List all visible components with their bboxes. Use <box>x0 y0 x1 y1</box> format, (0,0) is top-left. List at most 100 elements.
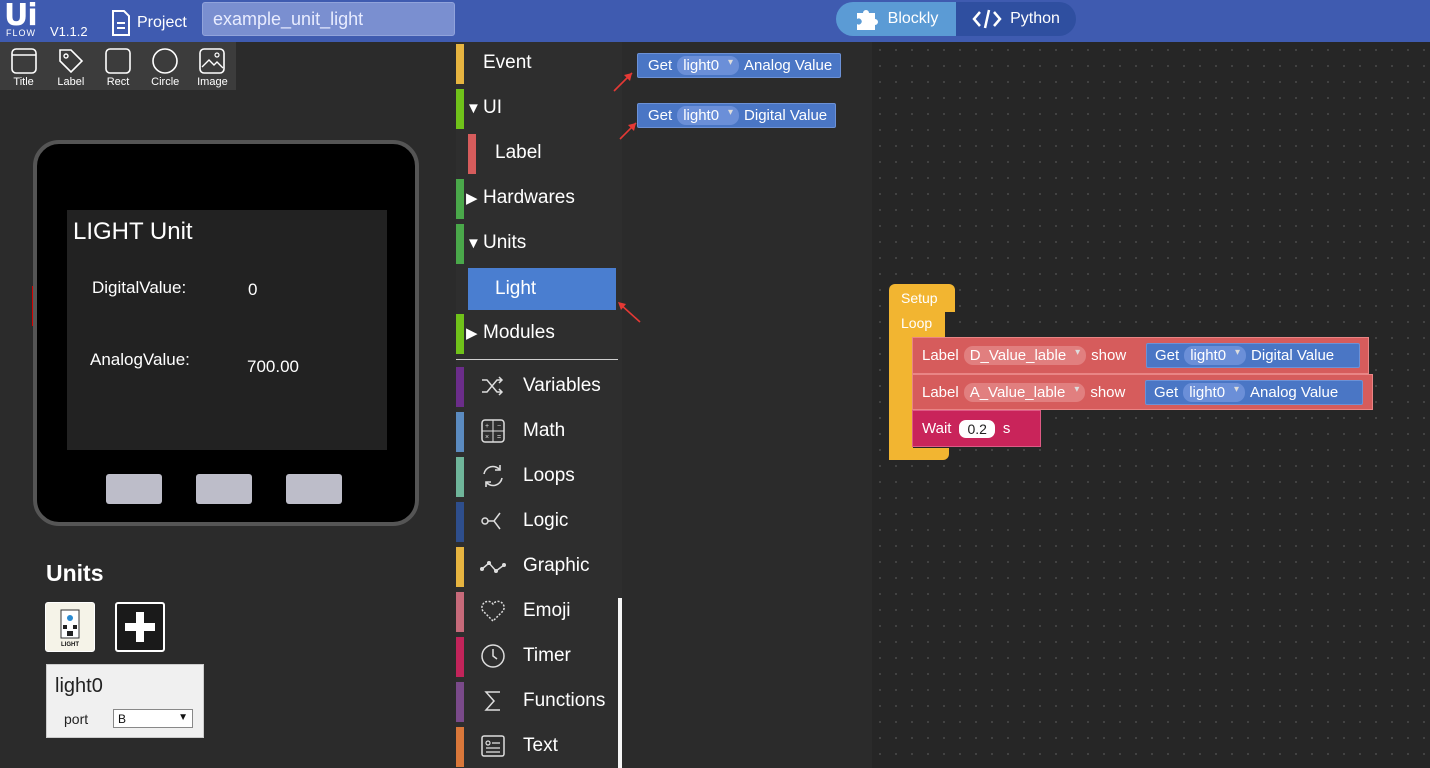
toolbox-separator <box>456 359 618 360</box>
digital-value-caption[interactable]: DigitalValue: <box>92 278 186 298</box>
project-button[interactable]: Project <box>111 8 187 38</box>
toolbox-category-functions[interactable]: Functions <box>456 680 618 722</box>
event-label: Event <box>483 52 532 73</box>
blockly-mode-button[interactable]: Blockly <box>836 2 956 36</box>
toolbox-category-math[interactable]: + − × = Math <box>456 410 618 452</box>
tool-title[interactable]: Title <box>0 42 47 90</box>
block-flyout: Get light0 Analog Value Get light0 Digit… <box>622 42 872 768</box>
logo-subtext: FLOW <box>6 28 36 38</box>
math-color-bar <box>456 412 464 452</box>
analog-value-caption[interactable]: AnalogValue: <box>90 350 190 370</box>
functions-color-bar <box>456 682 464 722</box>
loop-label: Loop <box>901 315 933 331</box>
get-digital-value-block-placed[interactable]: Get light0 Digital Value <box>1146 343 1360 368</box>
graphic-color-bar <box>456 547 464 587</box>
toolbox-category-event[interactable]: Event <box>456 42 618 84</box>
logic-label: Logic <box>523 510 569 531</box>
timer-label: Timer <box>523 645 571 666</box>
unit-dropdown[interactable]: light0 <box>677 56 740 75</box>
get-keyword: Get <box>1155 347 1180 364</box>
toolbox-category-units[interactable]: ▼ Units <box>456 222 618 264</box>
tool-circle[interactable]: Circle <box>142 42 189 90</box>
text-card-icon <box>481 735 505 757</box>
toolbox-category-graphic[interactable]: Graphic <box>456 545 618 587</box>
variables-label: Variables <box>523 375 601 396</box>
top-header: Ui FLOW V1.1.2 Project example_unit_ligh… <box>0 0 1430 42</box>
tool-rect[interactable]: Rect <box>94 42 141 90</box>
unit-dropdown[interactable]: light0 <box>677 106 740 125</box>
units-label: Units <box>483 232 527 253</box>
unit-card-name: light0 <box>55 675 103 697</box>
label-target-dropdown[interactable]: D_Value_lable <box>963 346 1087 365</box>
toolbox-category-text[interactable]: Text <box>456 725 618 767</box>
unit-dropdown[interactable]: light0 <box>1184 346 1247 365</box>
d-value-label[interactable]: 0 <box>248 280 257 300</box>
python-mode-button[interactable]: Python <box>956 2 1076 36</box>
code-icon <box>972 9 1002 29</box>
heart-icon <box>481 600 505 623</box>
device-screen[interactable]: LIGHT Unit DigitalValue: 0 AnalogValue: … <box>67 210 387 450</box>
label-keyword: Label <box>922 347 959 364</box>
get-analog-value-block-placed[interactable]: Get light0 Analog Value <box>1145 380 1363 405</box>
toolbox-category-variables[interactable]: Variables <box>456 365 618 407</box>
ui-design-panel: Title Label Rect Circle Image LIGHT Unit… <box>0 42 456 768</box>
wait-keyword: Wait <box>922 420 952 437</box>
svg-text:×: × <box>485 434 489 441</box>
toolbox-category-light[interactable]: Light <box>468 268 616 310</box>
analog-value-text: Analog Value <box>744 57 833 74</box>
blockly-label: Blockly <box>887 10 939 27</box>
get-analog-value-block[interactable]: Get light0 Analog Value <box>637 53 842 78</box>
screen-title-label[interactable]: LIGHT Unit <box>73 218 193 246</box>
toolbox-category-hardwares[interactable]: ▶ Hardwares <box>456 177 618 219</box>
device-button-a[interactable] <box>106 474 162 504</box>
blockly-workspace[interactable]: Setup Loop Label D_Value_lable show Get … <box>872 42 1430 768</box>
get-digital-value-block[interactable]: Get light0 Digital Value <box>637 103 837 128</box>
project-label: Project <box>137 14 187 31</box>
toolbox-category-label[interactable]: Label <box>456 132 618 174</box>
a-value-label[interactable]: 700.00 <box>247 357 299 377</box>
tool-circle-label: Circle <box>151 76 180 88</box>
unit-dropdown[interactable]: light0 <box>1183 383 1246 402</box>
light-sensor-icon: LIGHT <box>60 609 80 648</box>
toolbox-category-modules[interactable]: ▶ Modules <box>456 312 618 354</box>
toolbox-category-logic[interactable]: Logic <box>456 500 618 542</box>
add-unit-button[interactable] <box>115 602 165 652</box>
modules-label: Modules <box>483 322 555 343</box>
clock-icon <box>481 644 505 668</box>
math-label: Math <box>523 420 566 441</box>
light-unit-caption: LIGHT <box>61 642 79 648</box>
light-unit-icon[interactable]: LIGHT <box>45 602 95 652</box>
toolbox-category-timer[interactable]: Timer <box>456 635 618 677</box>
device-button-c[interactable] <box>286 474 342 504</box>
toolbox-category-emoji[interactable]: Emoji <box>456 590 618 632</box>
light-annotation-arrow <box>618 302 641 323</box>
units-color-bar <box>456 224 464 264</box>
wait-seconds-input[interactable]: 0.2 <box>959 419 995 438</box>
graphic-label: Graphic <box>523 555 590 576</box>
collapsed-triangle-icon: ▶ <box>466 325 478 342</box>
loop-arrows-icon <box>483 465 503 487</box>
label-keyword: Label <box>922 383 959 401</box>
toolbox-category-ui[interactable]: ▼ UI <box>456 87 618 129</box>
sigma-icon <box>484 691 500 711</box>
text-color-bar <box>456 727 464 767</box>
device-button-b[interactable] <box>196 474 252 504</box>
tool-label[interactable]: Label <box>47 42 94 90</box>
svg-text:+: + <box>485 423 489 430</box>
project-name-input[interactable]: example_unit_light <box>202 2 455 36</box>
wait-block[interactable]: Wait 0.2 s <box>912 410 1041 447</box>
tool-image[interactable]: Image <box>189 42 236 90</box>
modules-color-bar <box>456 314 464 354</box>
loops-label: Loops <box>523 465 575 486</box>
image-icon <box>199 48 226 74</box>
rect-icon <box>105 48 131 74</box>
label-target-dropdown[interactable]: A_Value_lable <box>963 382 1086 402</box>
functions-label: Functions <box>523 690 606 711</box>
hardwares-label: Hardwares <box>483 187 575 208</box>
toolbox-category-loops[interactable]: Loops <box>456 455 618 497</box>
m5stack-device-preview: LIGHT Unit DigitalValue: 0 AnalogValue: … <box>33 140 419 526</box>
port-select[interactable]: B ▼ <box>113 709 193 728</box>
loop-block-footer <box>889 448 949 460</box>
title-icon <box>10 48 37 74</box>
emoji-label: Emoji <box>523 600 571 621</box>
